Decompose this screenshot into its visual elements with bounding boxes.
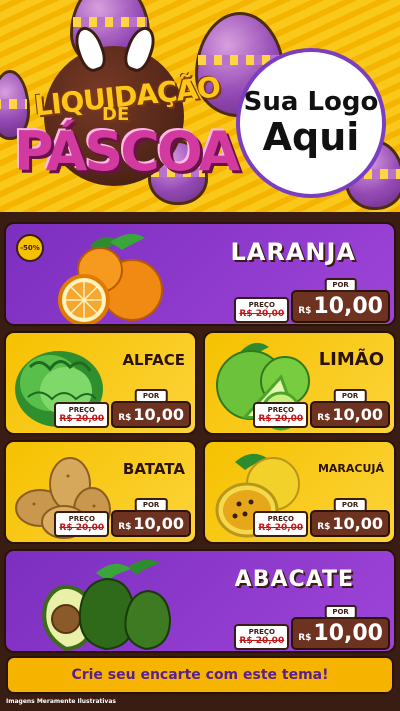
product-card-abacate[interactable]: ABACATE PREÇO R$ 20,00 POR R$ 10,00 (4, 549, 396, 653)
sale-title: LIQUIDAÇÃO DE PÁSCOA (14, 22, 240, 210)
new-price: 10,00 (313, 294, 383, 319)
product-card-limao[interactable]: LIMÃO PREÇO R$ 20,00 POR R$ 10,00 (203, 331, 396, 435)
title-line-3: PÁSCOA (14, 120, 240, 183)
logo-placeholder[interactable]: Sua Logo Aqui (236, 48, 386, 198)
new-price-box: POR R$ 10,00 (310, 389, 390, 428)
new-price-box: POR R$ 10,00 (291, 605, 390, 650)
cta-banner[interactable]: Crie seu encarte com este tema! (6, 656, 394, 694)
old-price: R$ 20,00 (258, 414, 304, 424)
orange-icon (58, 233, 163, 324)
old-price: R$ 20,00 (59, 414, 105, 424)
discount-badge: -50% (16, 234, 44, 262)
logo-line-1: Sua Logo (243, 87, 379, 118)
new-price: 10,00 (332, 405, 383, 424)
price-tag: PREÇO R$ 20,00 POR R$ 10,00 (253, 389, 390, 428)
price-tag: PREÇO R$ 20,00 POR R$ 10,00 (54, 498, 191, 537)
price-tag: PREÇO R$ 20,00 POR R$ 10,00 (253, 498, 390, 537)
product-name: ALFACE (122, 351, 185, 369)
new-price: 10,00 (133, 514, 184, 533)
new-price: 10,00 (313, 621, 383, 646)
old-price: R$ 20,00 (258, 523, 304, 533)
product-card-alface[interactable]: ALFACE PREÇO R$ 20,00 POR R$ 10,00 (4, 331, 197, 435)
old-price-box: PREÇO R$ 20,00 (253, 402, 309, 428)
product-card-laranja[interactable]: -50% LARANJA PREÇO R$ 20,00 POR R$ 10,00 (4, 222, 396, 326)
product-name: ABACATE (234, 567, 354, 592)
old-price: R$ 20,00 (239, 636, 285, 646)
price-tag: PREÇO R$ 20,00 POR R$ 10,00 (54, 389, 191, 428)
new-price-box: POR R$ 10,00 (310, 498, 390, 537)
price-tag: PREÇO R$ 20,00 POR R$ 10,00 (234, 605, 390, 650)
old-price-box: PREÇO R$ 20,00 (54, 402, 110, 428)
product-name: LARANJA (230, 238, 356, 266)
new-price-box: POR R$ 10,00 (291, 278, 390, 323)
old-price-box: PREÇO R$ 20,00 (234, 624, 290, 650)
product-card-batata[interactable]: BATATA PREÇO R$ 20,00 POR R$ 10,00 (4, 440, 197, 544)
price-tag: PREÇO R$ 20,00 POR R$ 10,00 (234, 278, 390, 323)
new-price: 10,00 (133, 405, 184, 424)
old-price-box: PREÇO R$ 20,00 (54, 511, 110, 537)
old-price: R$ 20,00 (239, 309, 285, 319)
bunny-ears-icon (69, 22, 161, 76)
header-banner: LIQUIDAÇÃO DE PÁSCOA Sua Logo Aqui (0, 0, 400, 212)
new-price: 10,00 (332, 514, 383, 533)
product-name: BATATA (122, 460, 185, 478)
old-price-box: PREÇO R$ 20,00 (253, 511, 309, 537)
logo-line-2: Aqui (262, 115, 360, 160)
product-name: LIMÃO (318, 349, 384, 370)
new-price-box: POR R$ 10,00 (111, 498, 191, 537)
avocado-icon (42, 559, 172, 651)
new-price-box: POR R$ 10,00 (111, 389, 191, 428)
product-card-maracuja[interactable]: MARACUJÁ PREÇO R$ 20,00 POR R$ 10,00 (203, 440, 396, 544)
product-name: MARACUJÁ (317, 462, 384, 475)
disclaimer-text: Imagens Meramente Ilustrativas (6, 698, 116, 705)
old-price: R$ 20,00 (59, 523, 105, 533)
old-price-box: PREÇO R$ 20,00 (234, 297, 290, 323)
